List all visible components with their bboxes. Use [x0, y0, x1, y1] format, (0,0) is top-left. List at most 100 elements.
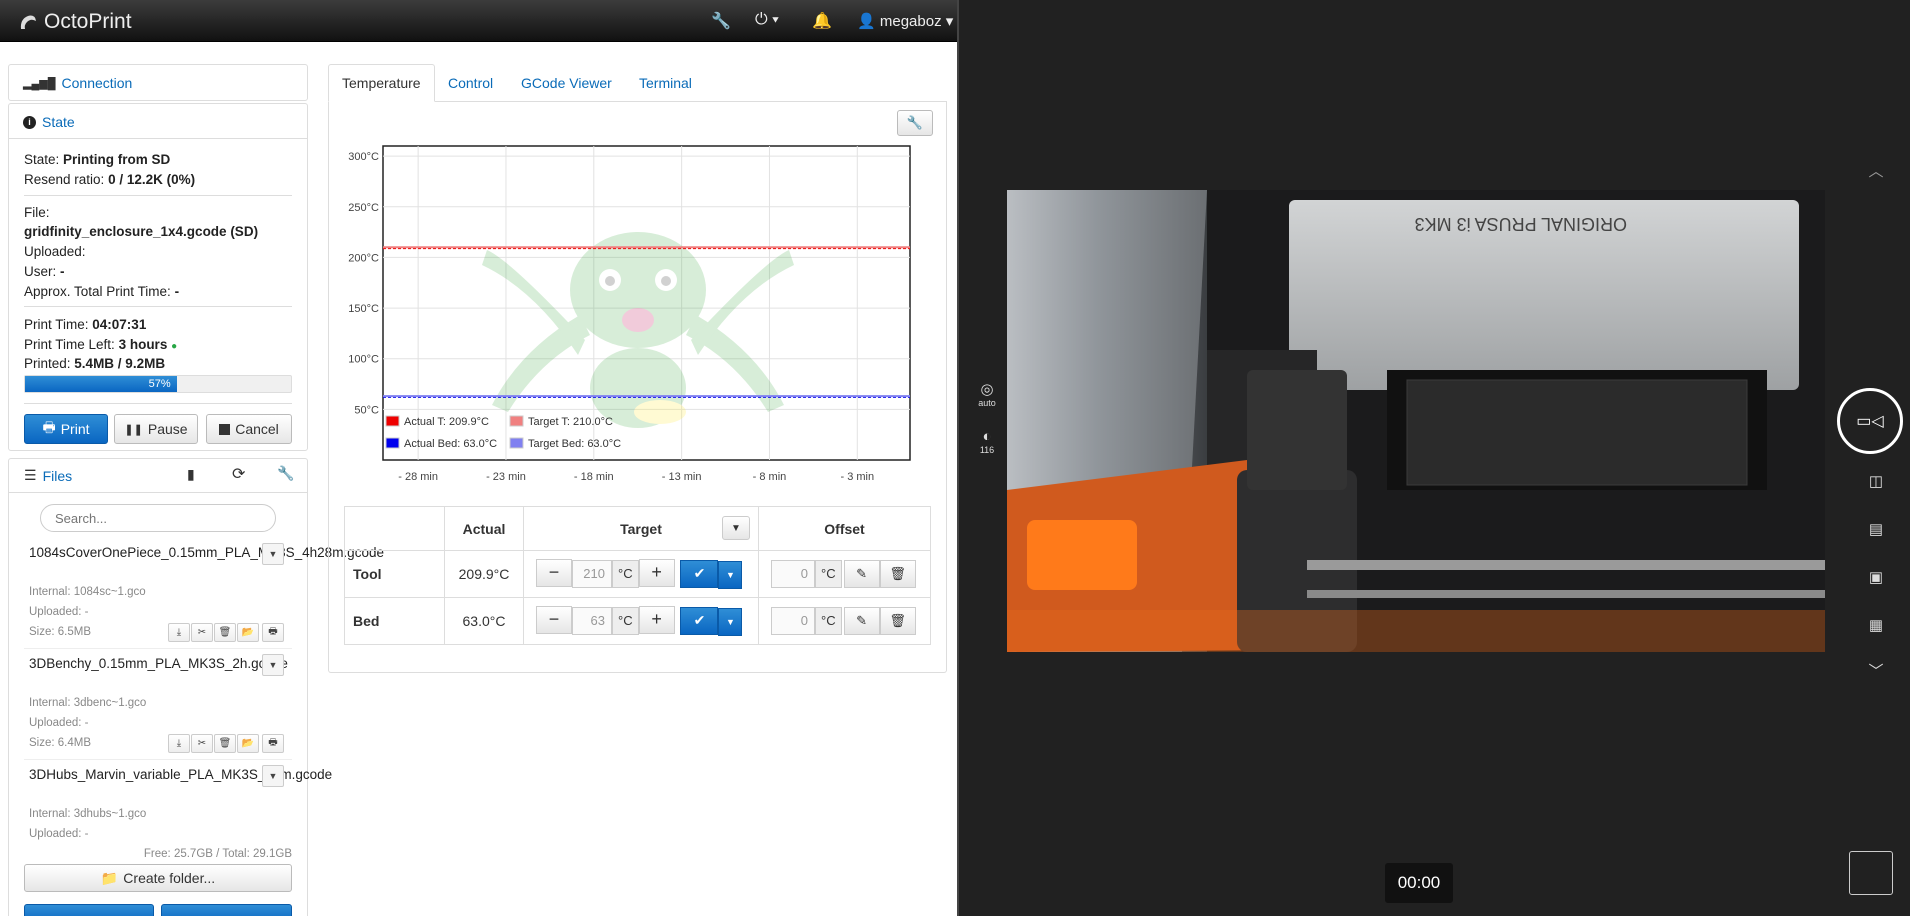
edit-offset-button[interactable]: ✎	[843, 607, 880, 636]
print-file-icon[interactable]: 🖶	[262, 623, 284, 642]
cancel-button[interactable]: Cancel	[206, 414, 292, 444]
target-input[interactable]: 210	[572, 559, 612, 588]
check-icon: ✔	[693, 612, 706, 629]
increment-button[interactable]: +	[638, 605, 675, 634]
connection-title: Connection	[61, 75, 133, 91]
table-row: Tool 209.9°C −210 °C + ✔ ▼ 0 °C ✎ 🗑	[344, 550, 931, 598]
download-icon[interactable]: ⤓	[168, 623, 190, 642]
file-uploaded: Uploaded: -	[29, 606, 89, 618]
stop-icon	[219, 423, 231, 435]
temperature-table: Actual Target ▼ Offset Tool 209.9°C −210…	[344, 506, 931, 645]
brand[interactable]: OctoPrint	[18, 10, 132, 34]
list-icon: ☰	[24, 467, 37, 483]
trash-icon: 🗑	[889, 613, 906, 629]
record-button[interactable]: ▭◁	[1837, 388, 1903, 454]
print-file-icon[interactable]: 🖶	[262, 734, 284, 753]
refresh-icon[interactable]: ⟳	[232, 464, 245, 484]
x-tick-label: - 8 min	[753, 471, 787, 483]
wrench-icon[interactable]: 🔧	[711, 11, 731, 31]
file-internal: Internal: 1084sc~1.gco	[29, 586, 146, 598]
navbar: OctoPrint 🔧 ⏻ ▾ 🔔 👤 megaboz ▾	[0, 0, 957, 42]
cut-icon[interactable]: ✂	[191, 623, 213, 642]
header-target: Target ▼	[523, 506, 759, 551]
octoprint-window: OctoPrint 🔧 ⏻ ▾ 🔔 👤 megaboz ▾ ▂▄▆█ Conne…	[0, 0, 957, 916]
folder-open-icon[interactable]: 📂	[237, 623, 259, 642]
state-header[interactable]: i State	[23, 114, 75, 130]
file-menu-button[interactable]: ▼	[262, 765, 284, 787]
offset-cell: 0 °C ✎ 🗑	[758, 550, 931, 598]
pencil-icon: ✎	[856, 613, 868, 629]
brand-label: OctoPrint	[44, 10, 132, 33]
file-item-name[interactable]: 3DBenchy_0.15mm_PLA_MK3S_2h.gcode	[29, 654, 288, 673]
tab-terminal[interactable]: Terminal	[626, 64, 705, 102]
graph-settings-button[interactable]: 🔧	[897, 110, 933, 136]
target-options-button[interactable]: ▼	[718, 608, 743, 637]
target-options-button[interactable]: ▼	[718, 561, 743, 590]
offset-input[interactable]: 0	[771, 606, 815, 635]
upload-button[interactable]	[24, 904, 154, 916]
signal-icon: ▂▄▆█	[23, 77, 56, 90]
trash-icon[interactable]: 🗑	[214, 734, 236, 753]
trash-icon[interactable]: 🗑	[214, 623, 236, 642]
header-empty	[344, 506, 445, 551]
set-target-button[interactable]: ✔	[680, 559, 719, 588]
files-header[interactable]: ☰ Files	[24, 467, 72, 484]
file-size: Size: 6.4MB	[29, 737, 91, 749]
target-dropdown-button[interactable]: ▼	[722, 516, 750, 540]
bell-icon[interactable]: 🔔	[812, 11, 832, 31]
target-cell: −63 °C + ✔ ▼	[523, 597, 759, 645]
row-actual: 209.9°C	[444, 550, 524, 598]
printed-row: Printed: 5.4MB / 9.2MB	[24, 356, 166, 371]
file-menu-button[interactable]: ▼	[262, 654, 284, 676]
set-target-button[interactable]: ✔	[680, 606, 719, 635]
focus-auto-control[interactable]: ◎ auto	[973, 380, 1001, 408]
uploaded-row: Uploaded:	[24, 244, 86, 259]
power-icon[interactable]: ⏻ ▾	[755, 11, 779, 29]
pause-button[interactable]: ❚❚ Pause	[114, 414, 198, 444]
file-item-name[interactable]: 3DHubs_Marvin_variable_PLA_MK3S_52m.gcod…	[29, 765, 332, 784]
connection-header[interactable]: ▂▄▆█ Connection	[23, 75, 132, 91]
wrench-icon[interactable]: 🔧	[277, 465, 294, 482]
qr-code-icon[interactable]: ▦	[1864, 616, 1888, 634]
exposure-control[interactable]: ◐ 116	[973, 428, 1001, 455]
sd-card-icon[interactable]: ▮	[187, 466, 195, 483]
divider	[24, 403, 292, 404]
decrement-button[interactable]: −	[536, 605, 572, 634]
file-search-input[interactable]	[40, 504, 276, 532]
print-time-row: Print Time: 04:07:31	[24, 317, 147, 332]
divider	[24, 759, 292, 760]
folder-open-icon[interactable]: 📂	[237, 734, 259, 753]
user-menu[interactable]: 👤 megaboz ▾	[857, 12, 953, 30]
print-button[interactable]: 🖶 Print	[24, 414, 108, 444]
tab-control[interactable]: Control	[435, 64, 506, 102]
file-value: gridfinity_enclosure_1x4.gcode (SD)	[24, 224, 259, 239]
edit-offset-button[interactable]: ✎	[843, 560, 880, 589]
cut-icon[interactable]: ✂	[191, 734, 213, 753]
divider	[24, 648, 292, 649]
status-dot-icon: ●	[171, 341, 178, 352]
image-icon[interactable]: ▣	[1864, 568, 1888, 586]
target-input[interactable]: 63	[572, 606, 612, 635]
download-icon[interactable]: ⤓	[168, 734, 190, 753]
tab-temperature[interactable]: Temperature	[328, 64, 435, 102]
offset-input[interactable]: 0	[771, 559, 815, 588]
delete-offset-button[interactable]: 🗑	[879, 607, 916, 636]
file-menu-button[interactable]: ▼	[262, 543, 284, 565]
upload-sd-button[interactable]	[161, 904, 292, 916]
camera-photo-icon[interactable]: ◫	[1864, 472, 1888, 490]
file-item-name[interactable]: 1084sCoverOnePiece_0.15mm_PLA_MK3S_4h28m…	[29, 543, 384, 562]
chevron-up-icon[interactable]: ︿	[1864, 160, 1888, 181]
increment-button[interactable]: +	[638, 558, 675, 587]
octoprint-logo-icon	[20, 15, 36, 29]
user-row: User: -	[24, 264, 65, 279]
table-row: Bed 63.0°C −63 °C + ✔ ▼ 0 °C ✎ 🗑	[344, 597, 931, 645]
focus-icon: ◎	[980, 381, 994, 398]
info-icon: i	[23, 115, 36, 129]
document-icon[interactable]: ▤	[1864, 520, 1888, 538]
create-folder-button[interactable]: 📁 Create folder...	[24, 864, 292, 892]
delete-offset-button[interactable]: 🗑	[879, 560, 916, 589]
tab-gcode-viewer[interactable]: GCode Viewer	[508, 64, 625, 102]
decrement-button[interactable]: −	[536, 558, 572, 587]
gallery-thumbnail[interactable]	[1849, 851, 1893, 895]
chevron-down-icon[interactable]: ﹀	[1864, 660, 1888, 681]
